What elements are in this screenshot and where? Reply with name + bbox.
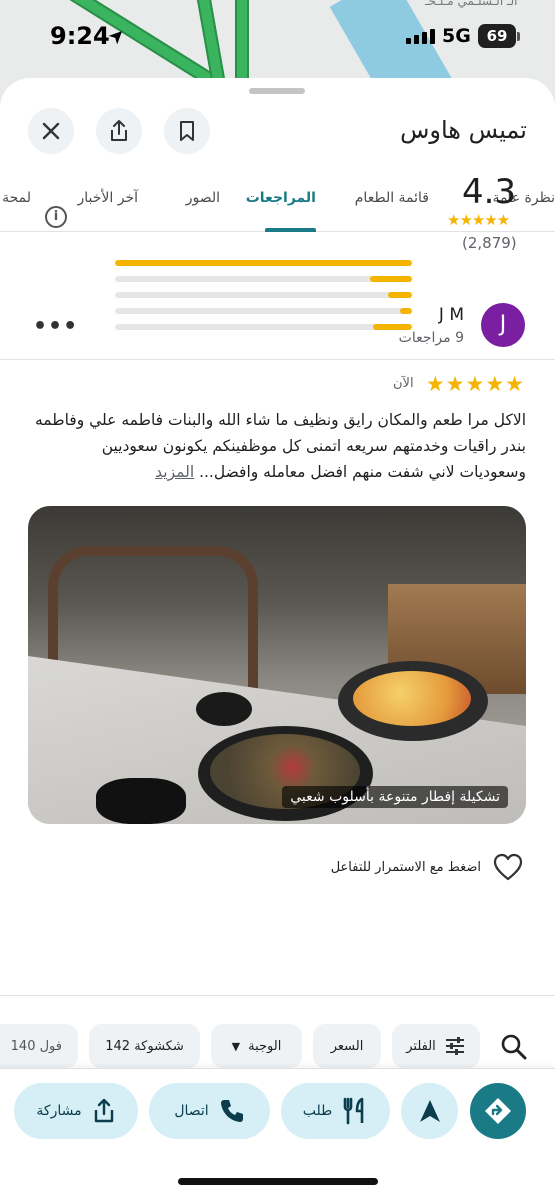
rating-bar-fill [388,292,412,298]
photo-saucer [96,778,186,824]
info-icon[interactable]: i [45,206,67,228]
like-prompt: اضغط مع الاستمرار للتفاعل [330,860,481,875]
review-photo[interactable]: تشكيلة إفطار متنوعة بأسلوب شعبي [28,506,526,824]
navigate-button[interactable] [401,1083,458,1139]
rating-bar-fill [370,276,412,282]
close-button[interactable] [28,108,74,154]
restaurant-icon [343,1097,364,1125]
navigation-arrow-icon [419,1100,440,1122]
reviewer-review-count: 9 مراجعات [398,330,464,346]
status-time: 9:24 [50,22,110,50]
avatar[interactable]: J [481,303,525,347]
review-stars: ★★★★★ [425,372,525,396]
tab-reviews[interactable]: المراجعات [246,190,316,206]
shakshuka-chip-label: شكشوكة 142 [105,1038,184,1054]
battery-cap [517,32,520,41]
read-more-link[interactable]: المزيد [155,463,194,481]
share-button[interactable] [96,108,142,154]
phone-icon [220,1100,243,1122]
photo-caption: تشكيلة إفطار متنوعة بأسلوب شعبي [282,786,508,808]
shakshuka-chip[interactable]: شكشوكة 142 [89,1024,200,1068]
photo-cup [196,692,252,726]
heart-icon[interactable] [493,853,523,881]
review-text: الاكل مرا طعم والمكان رايق ونظيف ما شاء … [34,407,526,485]
drag-handle[interactable] [249,88,305,94]
rating-bar-fill [400,308,412,314]
rating-count: (2,879) [462,234,517,252]
tab-photos[interactable]: الصور [186,190,220,206]
order-label: طلب [302,1103,333,1119]
share-label: مشاركة [36,1103,82,1119]
search-icon[interactable] [500,1033,528,1061]
photo-shakshuka [353,671,471,726]
section-divider [0,995,555,996]
rating-bar-1 [115,324,412,330]
order-button[interactable]: طلب [281,1083,390,1139]
share-icon [111,120,127,141]
status-bar: 9:24 ➤ 5G 69 [0,0,555,74]
meal-chip[interactable]: الوجبة ▼ [211,1024,302,1068]
price-chip[interactable]: السعر [313,1024,381,1068]
call-label: اتصال [174,1103,209,1119]
call-button[interactable]: اتصال [149,1083,270,1139]
foul-chip[interactable]: فول 140 [0,1024,78,1068]
share-icon [94,1098,113,1123]
tab-menu[interactable]: قائمة الطعام [355,190,429,206]
sliders-icon [445,1037,464,1055]
tab-about[interactable]: لمحة [2,190,31,206]
review-time: الآن [393,376,414,391]
rating-bar-4 [115,276,412,282]
rating-stars: ★★★★★ [447,211,510,229]
review-body: الاكل مرا طعم والمكان رايق ونظيف ما شاء … [34,411,526,481]
foul-chip-label: فول 140 [10,1038,62,1054]
price-chip-label: السعر [330,1038,364,1054]
more-options-icon[interactable]: ••• [33,314,78,339]
network-type: 5G [442,25,471,47]
filter-chip-label: الفلتر [406,1038,436,1054]
cellular-signal-icon [406,29,435,44]
directions-icon [485,1098,511,1124]
filter-chip[interactable]: الفلتر [392,1024,480,1068]
close-icon [42,122,60,140]
home-indicator [178,1178,378,1185]
share-action-button[interactable]: مشاركة [14,1083,138,1139]
save-button[interactable] [164,108,210,154]
tab-updates[interactable]: آخر الأخبار [78,190,139,206]
bookmark-icon [180,121,194,141]
battery-icon: 69 [478,24,516,48]
directions-button[interactable] [470,1083,526,1139]
rating-bar-5 [115,260,412,266]
section-divider [0,359,555,360]
reviewer-name[interactable]: J M [439,305,464,325]
rating-bar-3 [115,292,412,298]
active-tab-indicator [265,228,316,232]
rating-bar-fill [115,260,412,266]
dropdown-arrow-icon: ▼ [231,1039,241,1053]
place-title: تميس هاوس [400,116,527,144]
rating-value: 4.3 [462,172,517,212]
battery-level: 69 [486,27,508,45]
meal-chip-label: الوجبة [248,1038,282,1054]
rating-bar-2 [115,308,412,314]
